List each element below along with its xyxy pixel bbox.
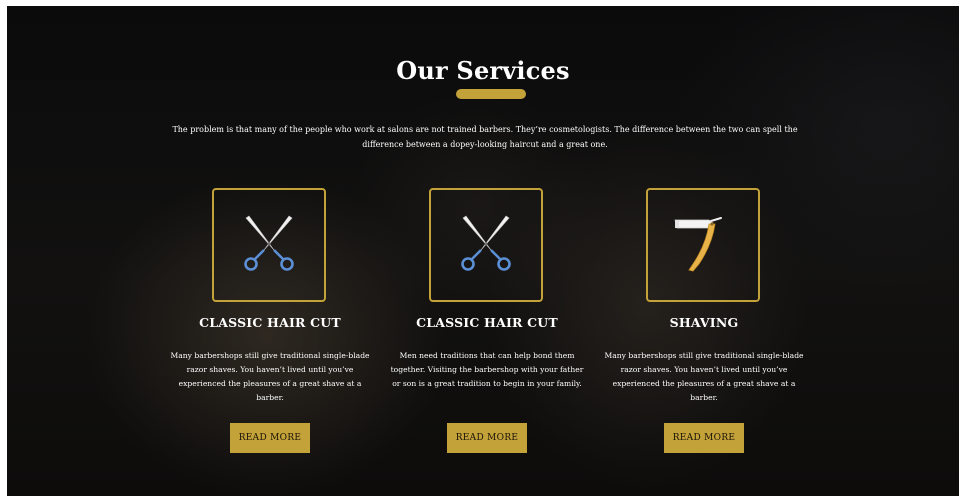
service-card-classic-hair-cut-2: CLASSIC HAIR CUT Men need traditions tha… [387,6,587,496]
service-icon-box [429,188,543,302]
service-description: Men need traditions that can help bond t… [390,351,584,388]
service-description: Many barbershops still give traditional … [170,351,370,402]
service-title: CLASSIC HAIR CUT [416,315,558,330]
straight-razor-icon [674,217,722,272]
scissors-icon [244,215,294,271]
service-title: CLASSIC HAIR CUT [199,315,341,330]
service-card-shaving: SHAVING Many barbershops still give trad… [604,6,804,496]
service-icon-box [646,188,760,302]
service-description: Many barbershops still give traditional … [604,351,804,402]
scissors-icon [461,215,511,271]
service-icon-box [212,188,326,302]
read-more-button[interactable]: READ MORE [664,423,744,453]
read-more-button[interactable]: READ MORE [447,423,527,453]
service-card-classic-hair-cut: CLASSIC HAIR CUT Many barbershops still … [170,6,370,496]
service-title: SHAVING [669,315,739,330]
read-more-button[interactable]: READ MORE [230,423,310,453]
services-section: Our Services The problem is that many of… [7,6,959,496]
